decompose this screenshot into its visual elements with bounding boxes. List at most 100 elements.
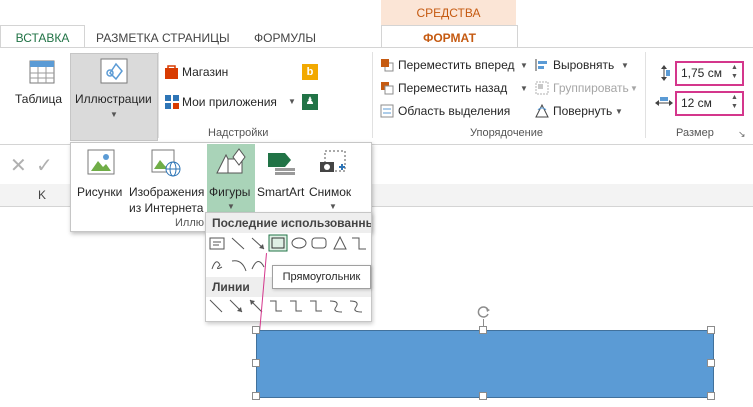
- tab-page-layout[interactable]: РАЗМЕТКА СТРАНИЦЫ: [96, 28, 230, 48]
- resize-handle-s[interactable]: [479, 392, 487, 400]
- send-backward-icon: [381, 82, 394, 95]
- size-group-label: Размер: [676, 127, 714, 139]
- drawing-tools-context-header: СРЕДСТВА РИСОВАНИЯ: [381, 0, 516, 47]
- tab-formulas[interactable]: ФОРМУЛЫ: [254, 28, 316, 48]
- screenshot-button[interactable]: Снимок ▼: [309, 147, 359, 217]
- freeform-shape-icon: [211, 261, 223, 270]
- addins-group-label: Надстройки: [208, 127, 269, 139]
- screenshot-label: Снимок: [309, 185, 352, 199]
- rotate-label: Повернуть: [553, 104, 613, 118]
- table-icon: [29, 60, 55, 84]
- illustrations-icon: [100, 58, 128, 84]
- group-button[interactable]: Группировать ▼: [535, 79, 638, 97]
- rounded-rectangle-shape-icon: [311, 237, 327, 249]
- my-apps-button[interactable]: Мои приложения ▼: [162, 92, 302, 112]
- group-divider: [372, 52, 373, 138]
- online-pictures-button[interactable]: Изображения из Интернета: [129, 147, 207, 215]
- bring-forward-button[interactable]: Переместить вперед ▼: [380, 56, 530, 74]
- selection-pane-button[interactable]: Область выделения: [380, 102, 530, 120]
- curve-shape-icon: [251, 261, 265, 270]
- shapes-button[interactable]: Фигуры ▼: [207, 144, 255, 214]
- width-spin-arrows[interactable]: ▲ ▼: [731, 93, 738, 111]
- shape-width-value: 12 см: [681, 96, 712, 110]
- align-button[interactable]: Выровнять ▼: [535, 56, 635, 74]
- bring-forward-icon: [381, 59, 394, 72]
- table-label: Таблица: [15, 92, 63, 106]
- rotate-button[interactable]: Повернуть ▼: [535, 102, 635, 120]
- height-spin-arrows[interactable]: ▲ ▼: [731, 63, 738, 81]
- align-label: Выровнять: [553, 58, 615, 72]
- chevron-down-icon: ▼: [615, 107, 623, 116]
- resize-handle-n[interactable]: [479, 326, 487, 334]
- group-label: Группировать: [553, 81, 629, 95]
- my-apps-icon: [165, 95, 179, 109]
- screenshot-camera-icon: [320, 150, 346, 172]
- column-header-k[interactable]: K: [38, 188, 46, 202]
- resize-handle-e[interactable]: [707, 359, 715, 367]
- chevron-down-icon: ▼: [288, 97, 296, 106]
- enter-check-icon[interactable]: ✓: [36, 153, 53, 178]
- chevron-down-icon: ▼: [110, 110, 118, 119]
- chevron-down-icon: ▼: [621, 61, 629, 70]
- drawn-rectangle-shape[interactable]: [256, 330, 714, 398]
- resize-handle-w[interactable]: [252, 359, 260, 367]
- smartart-label: SmartArt: [257, 185, 305, 199]
- store-button[interactable]: Магазин: [162, 62, 302, 82]
- store-bag-icon: [165, 65, 178, 79]
- online-pictures-icon: [151, 149, 181, 177]
- shape-width-icon: [655, 96, 673, 110]
- oval-shape-icon: [291, 237, 307, 249]
- illustrations-button[interactable]: Иллюстрации ▼: [70, 53, 158, 141]
- shape-height-field[interactable]: 1,75 см ▲ ▼: [675, 61, 744, 86]
- curved-connector-icon: [329, 300, 343, 313]
- illustrations-group-label: Иллю: [175, 217, 204, 229]
- group-divider: [158, 52, 159, 138]
- tab-insert[interactable]: ВСТАВКА: [0, 25, 85, 49]
- pictures-button[interactable]: Рисунки: [75, 147, 125, 207]
- online-pictures-label-2: из Интернета: [129, 201, 204, 215]
- rotate-handle-icon[interactable]: [477, 305, 491, 319]
- send-backward-button[interactable]: Переместить назад ▼: [380, 79, 530, 97]
- illustrations-label: Иллюстрации: [75, 92, 152, 106]
- chevron-down-icon: ▼: [630, 84, 638, 93]
- resize-handle-sw[interactable]: [252, 392, 260, 400]
- resize-handle-nw[interactable]: [252, 326, 260, 334]
- smartart-button[interactable]: SmartArt: [257, 147, 307, 207]
- line-shape-icon: [231, 237, 245, 250]
- my-apps-label: Мои приложения: [182, 95, 277, 109]
- chevron-down-icon: ▼: [520, 84, 528, 93]
- curved-arrow-connector-icon: [349, 300, 363, 313]
- shapes-label: Фигуры: [209, 185, 251, 199]
- lines-grid: [209, 299, 363, 313]
- line-arrow-icon: [229, 299, 243, 313]
- resize-handle-ne[interactable]: [707, 326, 715, 334]
- rectangle-shape-icon: [268, 234, 288, 252]
- selection-pane-icon: [380, 104, 394, 118]
- text-box-shape-icon: [209, 237, 225, 250]
- cancel-icon[interactable]: ✕: [10, 153, 27, 178]
- bring-forward-label: Переместить вперед: [398, 58, 515, 72]
- chevron-down-icon: ▼: [520, 61, 528, 70]
- online-pictures-label-1: Изображения: [129, 185, 205, 199]
- pictures-icon: [87, 149, 115, 175]
- shape-width-field[interactable]: 12 см ▲ ▼: [675, 91, 744, 116]
- resize-handle-se[interactable]: [707, 392, 715, 400]
- group-objects-icon: [535, 81, 549, 95]
- people-graph-icon[interactable]: ♟: [302, 94, 318, 110]
- rectangle-tooltip: Прямоугольник: [272, 265, 371, 289]
- elbow-arrow-connector-icon: [290, 300, 302, 312]
- arrow-shape-icon: [251, 237, 265, 250]
- group-divider: [645, 52, 646, 138]
- arc-shape-icon: [231, 260, 247, 272]
- align-icon: [535, 59, 547, 71]
- chevron-down-icon: ▼: [329, 202, 337, 211]
- arrange-group-label: Упорядочение: [470, 127, 543, 139]
- bing-icon[interactable]: b: [302, 64, 318, 80]
- line-icon: [209, 299, 223, 313]
- pictures-label: Рисунки: [77, 185, 123, 199]
- send-backward-label: Переместить назад: [398, 81, 508, 95]
- table-button[interactable]: Таблица: [10, 56, 70, 122]
- size-dialog-launcher-icon[interactable]: ↘: [738, 129, 746, 140]
- chevron-down-icon: ▼: [227, 202, 235, 211]
- tab-format[interactable]: ФОРМАТ: [381, 25, 518, 49]
